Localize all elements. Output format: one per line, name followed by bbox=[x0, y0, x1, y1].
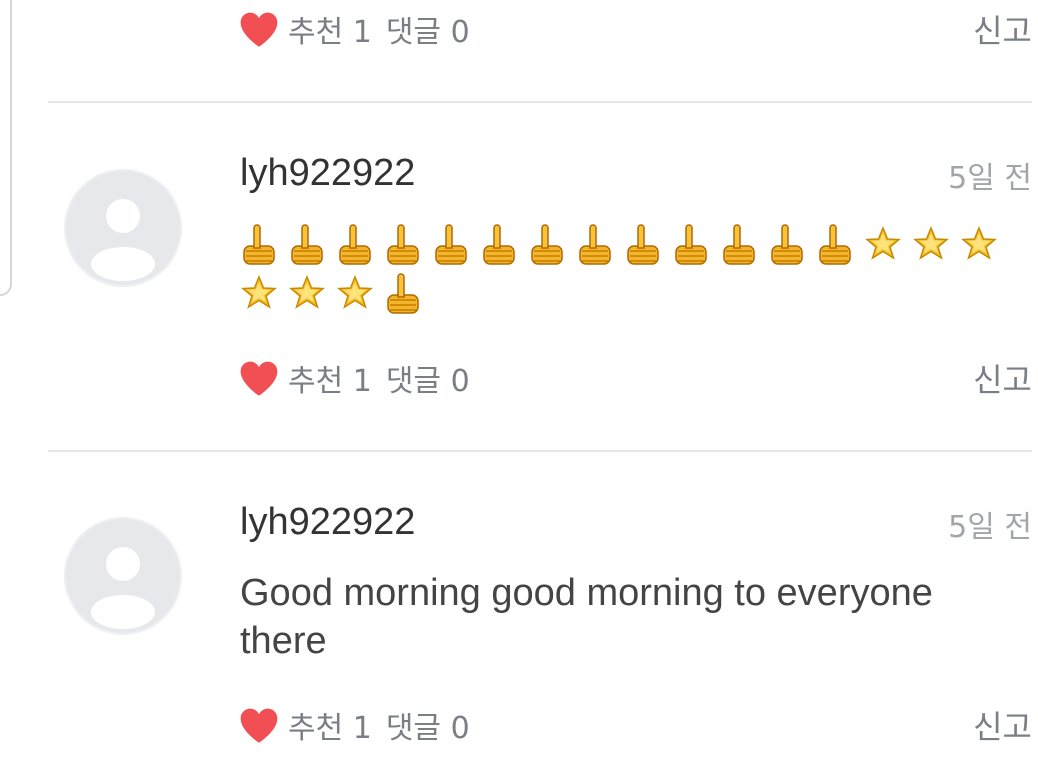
divider bbox=[48, 450, 1032, 452]
timestamp: 5일 전 bbox=[948, 510, 1032, 545]
comment-count[interactable]: 댓글 0 bbox=[386, 7, 470, 51]
emoji-line-1 bbox=[240, 219, 1030, 269]
comment-actions: 추천 1 댓글 0 신고 bbox=[240, 4, 1032, 54]
thumbs-up-icon bbox=[240, 222, 278, 266]
star-icon bbox=[288, 271, 326, 315]
thumbs-up-icon bbox=[432, 222, 470, 266]
star-icon bbox=[240, 271, 278, 315]
thumbs-up-icon bbox=[528, 222, 566, 266]
thumbs-up-icon bbox=[720, 222, 758, 266]
thumbs-up-icon bbox=[672, 222, 710, 266]
thumbs-up-icon bbox=[624, 222, 662, 266]
thumbs-up-icon bbox=[816, 222, 854, 266]
comment-count[interactable]: 댓글 0 bbox=[386, 356, 470, 400]
emoji-line-2 bbox=[240, 268, 1030, 318]
thumbs-up-icon bbox=[576, 222, 614, 266]
comment-text: Good morning good morning to everyone th… bbox=[240, 572, 933, 662]
thumbs-up-icon bbox=[384, 222, 422, 266]
report-button[interactable]: 신고 bbox=[973, 702, 1032, 748]
thumbs-up-icon bbox=[384, 271, 422, 315]
star-icon bbox=[864, 222, 902, 266]
report-button[interactable]: 신고 bbox=[973, 355, 1032, 401]
recommend-count: 추천 1 bbox=[288, 711, 372, 746]
comment-actions: 추천 1 댓글 0 신고 bbox=[240, 353, 1032, 403]
comment-count[interactable]: 댓글 0 bbox=[386, 703, 470, 747]
thumbs-up-icon bbox=[288, 222, 326, 266]
comment-actions: 추천 1 댓글 0 신고 bbox=[240, 700, 1032, 750]
username[interactable]: lyh922922 bbox=[240, 152, 415, 195]
divider bbox=[48, 101, 1032, 103]
heart-icon[interactable] bbox=[238, 704, 280, 746]
star-icon bbox=[336, 271, 374, 315]
star-icon bbox=[912, 222, 950, 266]
recommend-count: 추천 1 bbox=[288, 364, 372, 399]
heart-icon[interactable] bbox=[238, 357, 280, 399]
avatar[interactable] bbox=[64, 517, 182, 635]
heart-icon[interactable] bbox=[238, 8, 280, 50]
thumbs-up-icon bbox=[336, 222, 374, 266]
star-icon bbox=[960, 222, 998, 266]
avatar[interactable] bbox=[64, 169, 182, 287]
thumbs-up-icon bbox=[768, 222, 806, 266]
thumbs-up-icon bbox=[480, 222, 518, 266]
timestamp: 5일 전 bbox=[948, 161, 1032, 196]
panel-edge bbox=[0, 0, 12, 296]
recommend-count: 추천 1 bbox=[288, 15, 372, 50]
username[interactable]: lyh922922 bbox=[240, 501, 415, 544]
report-button[interactable]: 신고 bbox=[973, 6, 1032, 52]
